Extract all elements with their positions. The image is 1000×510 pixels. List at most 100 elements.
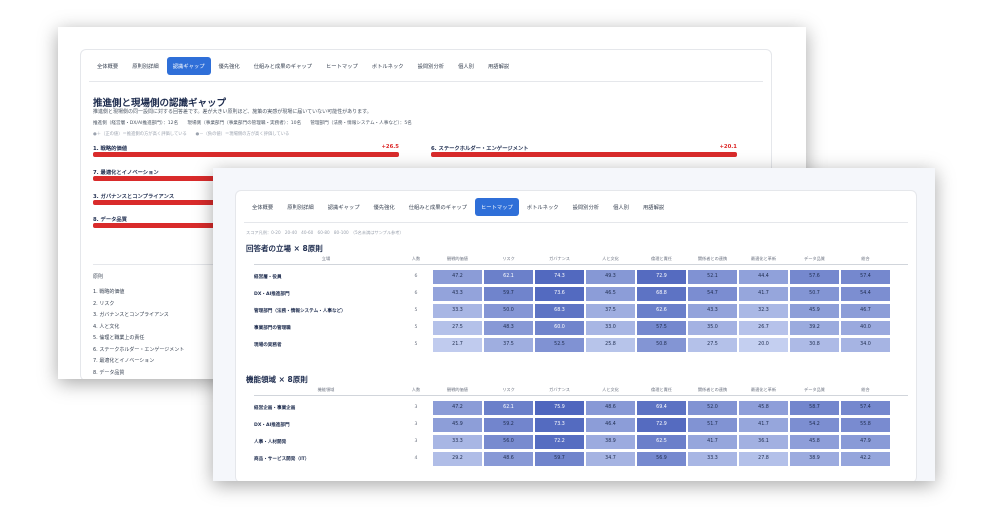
heatmap-cell[interactable]: 43.3 <box>688 304 737 318</box>
heatmap-cell[interactable]: 73.6 <box>535 287 584 301</box>
heatmap-cell[interactable]: 47.9 <box>841 435 890 449</box>
heatmap-cell[interactable]: 46.7 <box>841 304 890 318</box>
heatmap-cell[interactable]: 50.0 <box>484 304 533 318</box>
heatmap-cell[interactable]: 51.7 <box>688 418 737 432</box>
heatmap-cell[interactable]: 57.4 <box>841 270 890 284</box>
heatmap-cell[interactable]: 45.8 <box>790 435 839 449</box>
heatmap-cell[interactable]: 56.0 <box>484 435 533 449</box>
heatmap-cell[interactable]: 52.1 <box>688 270 737 284</box>
heatmap-cell[interactable]: 33.3 <box>688 452 737 466</box>
heatmap-cell[interactable]: 30.8 <box>790 338 839 352</box>
heatmap-cell[interactable]: 45.9 <box>433 418 482 432</box>
heatmap-cell[interactable]: 56.9 <box>637 452 686 466</box>
heatmap-cell[interactable]: 57.4 <box>841 401 890 415</box>
heatmap-cell[interactable]: 34.7 <box>586 452 635 466</box>
heatmap-cell[interactable]: 27.5 <box>688 338 737 352</box>
heatmap-cell[interactable]: 42.2 <box>841 452 890 466</box>
heatmap-cell[interactable]: 68.8 <box>637 287 686 301</box>
heatmap-cell[interactable]: 45.9 <box>790 304 839 318</box>
heatmap-cell[interactable]: 59.2 <box>484 418 533 432</box>
heatmap-cell[interactable]: 20.0 <box>739 338 788 352</box>
heatmap-cell[interactable]: 21.7 <box>433 338 482 352</box>
heatmap-cell[interactable]: 25.8 <box>586 338 635 352</box>
heatmap-cell[interactable]: 35.0 <box>688 321 737 335</box>
heatmap-cell[interactable]: 48.6 <box>484 452 533 466</box>
heatmap-cell[interactable]: 73.3 <box>535 418 584 432</box>
tab-9[interactable]: 用語解説 <box>482 57 515 75</box>
heatmap-cell[interactable]: 50.8 <box>637 338 686 352</box>
heatmap-cell[interactable]: 60.0 <box>535 321 584 335</box>
heatmap-cell[interactable]: 72.9 <box>637 418 686 432</box>
heatmap-cell[interactable]: 52.5 <box>535 338 584 352</box>
tab-4[interactable]: 仕組みと成果のギャップ <box>248 57 318 75</box>
heatmap-cell[interactable]: 47.2 <box>433 401 482 415</box>
heatmap-cell[interactable]: 33.3 <box>433 304 482 318</box>
heatmap-cell[interactable]: 37.5 <box>586 304 635 318</box>
tab-8[interactable]: 個人別 <box>607 198 635 216</box>
heatmap-cell[interactable]: 48.3 <box>484 321 533 335</box>
heatmap-cell[interactable]: 26.7 <box>739 321 788 335</box>
heatmap-cell[interactable]: 74.3 <box>535 270 584 284</box>
heatmap-cell[interactable]: 34.0 <box>841 338 890 352</box>
tab-2[interactable]: 認識ギャップ <box>166 57 211 75</box>
heatmap-cell[interactable]: 41.7 <box>739 287 788 301</box>
heatmap-cell[interactable]: 59.7 <box>535 452 584 466</box>
heatmap-cell[interactable]: 33.0 <box>586 321 635 335</box>
heatmap-cell[interactable]: 27.8 <box>739 452 788 466</box>
heatmap-cell[interactable]: 32.3 <box>739 304 788 318</box>
heatmap-cell[interactable]: 62.5 <box>637 435 686 449</box>
heatmap-cell[interactable]: 36.1 <box>739 435 788 449</box>
heatmap-cell[interactable]: 58.7 <box>790 401 839 415</box>
tab-5[interactable]: ヒートマップ <box>320 57 364 75</box>
heatmap-cell[interactable]: 54.7 <box>688 287 737 301</box>
tab-9[interactable]: 用語解説 <box>637 198 670 216</box>
heatmap-cell[interactable]: 38.9 <box>586 435 635 449</box>
heatmap-cell[interactable]: 57.5 <box>637 321 686 335</box>
tab-6[interactable]: ボトルネック <box>521 198 565 216</box>
heatmap-cell[interactable]: 52.0 <box>688 401 737 415</box>
tab-7[interactable]: 設問別分析 <box>567 198 606 216</box>
heatmap-cell[interactable]: 49.3 <box>586 270 635 284</box>
heatmap-cell[interactable]: 41.7 <box>688 435 737 449</box>
heatmap-cell[interactable]: 62.1 <box>484 401 533 415</box>
heatmap-cell[interactable]: 29.2 <box>433 452 482 466</box>
heatmap-cell[interactable]: 55.8 <box>841 418 890 432</box>
heatmap-cell[interactable]: 33.3 <box>433 435 482 449</box>
heatmap-cell[interactable]: 46.4 <box>586 418 635 432</box>
heatmap-cell[interactable]: 27.5 <box>433 321 482 335</box>
heatmap-cell[interactable]: 72.2 <box>535 435 584 449</box>
tab-6[interactable]: ボトルネック <box>366 57 410 75</box>
tab-0[interactable]: 全体概要 <box>246 198 279 216</box>
tab-1[interactable]: 原則別詳細 <box>126 57 165 75</box>
heatmap-cell[interactable]: 47.2 <box>433 270 482 284</box>
heatmap-cell[interactable]: 59.7 <box>484 287 533 301</box>
heatmap-cell[interactable]: 62.6 <box>637 304 686 318</box>
heatmap-cell[interactable]: 46.5 <box>586 287 635 301</box>
tab-5[interactable]: ヒートマップ <box>474 198 519 216</box>
heatmap-cell[interactable]: 50.7 <box>790 287 839 301</box>
tab-3[interactable]: 優先強化 <box>213 57 246 75</box>
tab-1[interactable]: 原則別詳細 <box>281 198 320 216</box>
heatmap-cell[interactable]: 44.4 <box>739 270 788 284</box>
heatmap-cell[interactable]: 39.2 <box>790 321 839 335</box>
heatmap-cell[interactable]: 45.8 <box>739 401 788 415</box>
heatmap-cell[interactable]: 69.4 <box>637 401 686 415</box>
heatmap-cell[interactable]: 75.9 <box>535 401 584 415</box>
tab-8[interactable]: 個人別 <box>452 57 480 75</box>
heatmap-cell[interactable]: 38.9 <box>790 452 839 466</box>
tab-7[interactable]: 設問別分析 <box>412 57 451 75</box>
tab-3[interactable]: 優先強化 <box>368 198 401 216</box>
tab-0[interactable]: 全体概要 <box>91 57 124 75</box>
tab-4[interactable]: 仕組みと成果のギャップ <box>403 198 473 216</box>
heatmap-cell[interactable]: 41.7 <box>739 418 788 432</box>
tab-2[interactable]: 認識ギャップ <box>322 198 366 216</box>
heatmap-cell[interactable]: 37.5 <box>484 338 533 352</box>
heatmap-cell[interactable]: 62.1 <box>484 270 533 284</box>
heatmap-cell[interactable]: 43.3 <box>433 287 482 301</box>
heatmap-cell[interactable]: 72.9 <box>637 270 686 284</box>
heatmap-cell[interactable]: 57.6 <box>790 270 839 284</box>
heatmap-cell[interactable]: 54.4 <box>841 287 890 301</box>
heatmap-cell[interactable]: 48.6 <box>586 401 635 415</box>
heatmap-cell[interactable]: 54.2 <box>790 418 839 432</box>
heatmap-cell[interactable]: 68.3 <box>535 304 584 318</box>
